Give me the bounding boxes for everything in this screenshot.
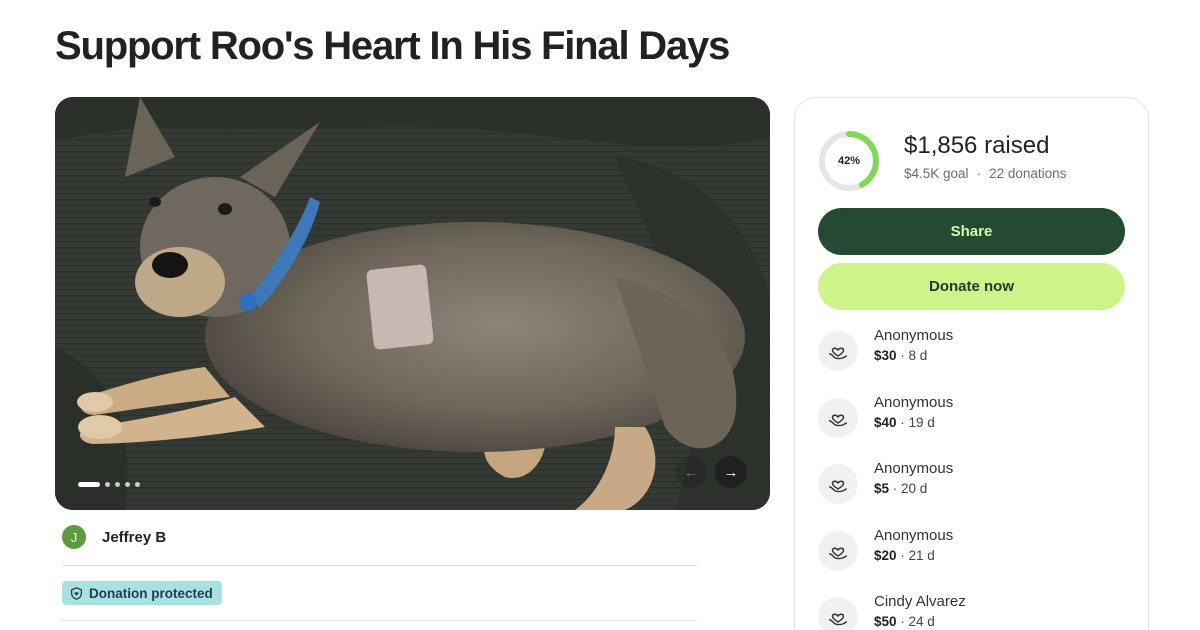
campaign-photo-gallery[interactable]: ← → [55, 97, 770, 510]
slide-dot[interactable] [125, 482, 130, 487]
heart-hand-icon [818, 397, 858, 438]
heart-hand-icon [818, 530, 858, 571]
amount-raised: $1,856 raised [904, 132, 1050, 159]
donor-name: Anonymous [874, 526, 954, 544]
heart-hand-icon [818, 331, 858, 371]
divider [62, 620, 697, 621]
donate-now-button[interactable]: Donate now [818, 263, 1125, 310]
heart-hand-icon [818, 597, 858, 630]
slide-dot-active[interactable] [78, 482, 100, 487]
donation-amount: $30 [874, 348, 897, 363]
heart-hand-icon [818, 464, 858, 504]
previous-slide-button[interactable]: ← [675, 456, 707, 488]
donation-age: · 8 d [900, 348, 928, 363]
divider [62, 565, 697, 566]
donation-age: · 21 d [900, 547, 935, 563]
slide-dot[interactable] [105, 482, 110, 487]
donation-count: 22 donations [989, 166, 1067, 181]
slide-dot[interactable] [115, 482, 120, 487]
progress-ring: 42% [817, 129, 881, 193]
donation-item: Cindy Alvarez $50 · 24 d [818, 592, 966, 630]
separator: · [976, 166, 982, 181]
organizer-name[interactable]: Jeffrey B [102, 529, 166, 546]
donation-amount: $20 [874, 547, 897, 563]
donation-amount: $40 [874, 414, 897, 430]
donation-amount: $5 [874, 481, 890, 496]
donation-meta: $5 · 20 d [874, 479, 953, 499]
donation-item: Anonymous $5 · 20 d [818, 459, 953, 504]
dog-photo [55, 97, 770, 510]
donation-meta: $50 · 24 d [874, 612, 966, 630]
badge-label: Donation protected [89, 585, 213, 601]
goal-amount: $4.5K goal [904, 166, 969, 181]
page-title: Support Roo's Heart In His Final Days [55, 24, 730, 68]
donor-name: Anonymous [874, 460, 954, 477]
donation-age: · 20 d [892, 481, 928, 496]
avatar: J [62, 525, 86, 549]
donor-name: Cindy Alvarez [874, 593, 966, 610]
slide-dot[interactable] [135, 482, 140, 487]
progress-percent: 42% [837, 155, 861, 167]
goal-summary: $4.5K goal · 22 donations [904, 166, 1066, 181]
donation-sidebar: 42% $1,856 raised $4.5K goal · 22 donation… [794, 97, 1149, 630]
shield-icon [70, 586, 83, 600]
donation-amount: $50 [874, 614, 897, 629]
arrow-left-icon: ← [683, 463, 699, 481]
donation-meta: $30 · 8 d [874, 346, 953, 366]
donation-item: Anonymous $40 · 19 d [818, 393, 953, 438]
donor-name: Anonymous [874, 393, 954, 411]
next-slide-button[interactable]: → [715, 456, 747, 488]
donation-protected-badge[interactable]: Donation protected [62, 581, 222, 605]
slide-indicator[interactable] [78, 482, 140, 487]
arrow-right-icon: → [723, 463, 739, 481]
donation-item: Anonymous $20 · 21 d [818, 526, 953, 571]
donation-meta: $20 · 21 d [874, 546, 953, 566]
donor-name: Anonymous [874, 327, 954, 344]
donation-age: · 24 d [900, 614, 935, 629]
donation-item: Anonymous $30 · 8 d [818, 326, 953, 371]
share-button[interactable]: Share [818, 208, 1125, 255]
donation-age: · 19 d [900, 414, 935, 430]
donation-meta: $40 · 19 d [874, 413, 953, 433]
organizer[interactable]: J Jeffrey B [62, 525, 166, 549]
